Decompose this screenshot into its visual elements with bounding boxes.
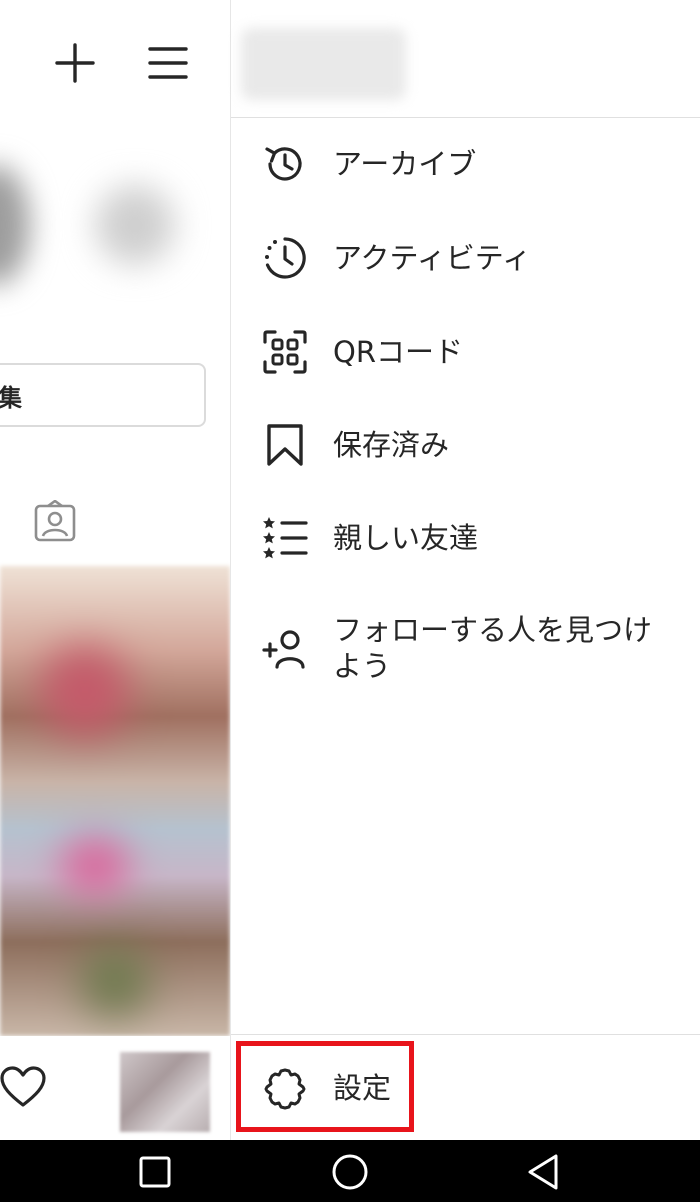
edit-profile-label: 集 — [0, 383, 22, 412]
tab-tagged[interactable] — [33, 499, 77, 544]
home-icon — [332, 1154, 368, 1190]
profile-stat-blurred — [95, 185, 175, 265]
menu-item-close-friends[interactable]: 親しい友達 — [231, 512, 700, 564]
post-thumbnail-blurred[interactable] — [0, 566, 230, 1036]
bookmark-icon — [261, 421, 309, 469]
menu-item-discover-people[interactable]: フォローする人を見つけよう — [231, 610, 700, 690]
menu-item-label: 親しい友達 — [333, 521, 479, 555]
hamburger-menu-icon — [148, 47, 188, 79]
edit-profile-button[interactable]: 集 — [0, 363, 206, 427]
menu-item-label: アーカイブ — [333, 147, 477, 181]
menu-item-qr-code[interactable]: QRコード — [231, 326, 700, 378]
profile-page-background: 集 — [0, 0, 230, 1140]
settings-label: 設定 — [333, 1071, 392, 1105]
menu-item-label: アクティビティ — [333, 241, 532, 275]
home-button[interactable] — [329, 1151, 371, 1193]
menu-item-saved[interactable]: 保存済み — [231, 419, 700, 471]
add-person-icon — [261, 626, 309, 674]
activity-clock-icon — [261, 234, 309, 282]
username-blurred — [241, 28, 406, 100]
settings-button[interactable]: 設定 — [236, 1041, 414, 1132]
menu-item-label: QRコード — [333, 335, 463, 369]
recent-apps-icon — [139, 1156, 171, 1188]
heart-icon — [0, 1066, 46, 1107]
activity-tab-button[interactable] — [0, 1065, 46, 1111]
menu-item-activity[interactable]: アクティビティ — [231, 232, 700, 284]
tagged-person-icon — [34, 499, 76, 542]
drawer-header — [231, 0, 700, 118]
back-icon — [528, 1154, 558, 1190]
recent-apps-button[interactable] — [134, 1151, 176, 1193]
gear-icon — [263, 1067, 307, 1111]
menu-item-archive[interactable]: アーカイブ — [231, 138, 700, 190]
menu-button[interactable] — [142, 38, 194, 88]
menu-item-label: 保存済み — [333, 428, 450, 462]
archive-history-icon — [261, 140, 309, 188]
profile-tab-avatar-blurred[interactable] — [120, 1052, 210, 1132]
qr-code-icon — [261, 328, 309, 376]
back-button[interactable] — [523, 1151, 565, 1193]
close-friends-list-icon — [261, 514, 309, 562]
menu-item-label: フォローする人を見つけよう — [333, 613, 653, 683]
create-post-button[interactable] — [50, 38, 100, 88]
plus-icon — [55, 43, 95, 83]
side-drawer: アーカイブ アクティビティ QRコード 保存済み 親しい友達 フォローする人を見… — [230, 0, 700, 1140]
system-navigation-bar — [0, 1140, 700, 1202]
